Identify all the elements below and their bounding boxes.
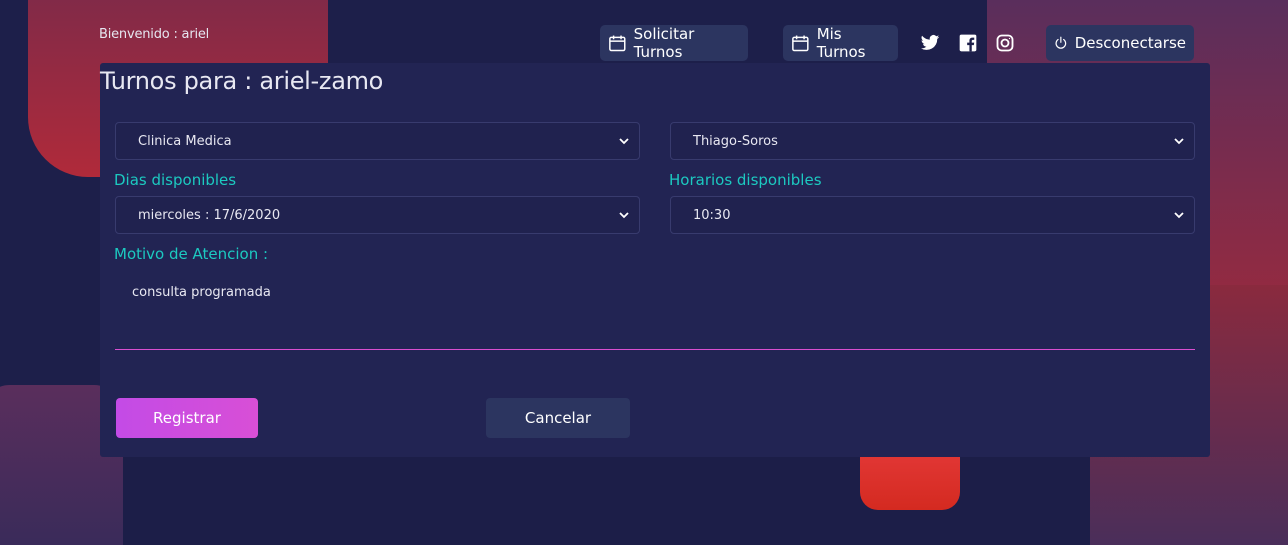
page-title: Turnos para : ariel-zamo (100, 67, 384, 95)
dias-disponibles-label: Dias disponibles (114, 171, 237, 189)
facebook-icon[interactable] (958, 33, 978, 53)
mis-turnos-label: Mis Turnos (816, 25, 866, 61)
desconectarse-label: Desconectarse (1074, 34, 1186, 52)
registrar-button[interactable]: Registrar (116, 398, 258, 438)
dia-value: miercoles : 17/6/2020 (138, 207, 281, 223)
horario-value: 10:30 (693, 207, 731, 223)
medico-value: Thiago-Soros (693, 133, 778, 149)
power-icon (1055, 36, 1067, 49)
calendar-icon (792, 35, 809, 52)
mis-turnos-button[interactable]: Mis Turnos (783, 25, 898, 61)
instagram-icon[interactable] (995, 33, 1015, 53)
chevron-down-icon (1174, 212, 1184, 219)
chevron-down-icon (1174, 138, 1184, 145)
twitter-icon[interactable] (920, 33, 940, 53)
motivo-textarea[interactable]: consulta programada (115, 275, 1195, 350)
welcome-text: Bienvenido : ariel (99, 27, 210, 42)
desconectarse-button[interactable]: Desconectarse (1046, 25, 1194, 61)
especialidad-value: Clinica Medica (138, 133, 232, 149)
turnos-form-card: Turnos para : ariel-zamo Clinica Medica … (100, 63, 1210, 457)
calendar-icon (609, 35, 626, 52)
solicitar-turnos-label: Solicitar Turnos (633, 25, 695, 61)
especialidad-select[interactable]: Clinica Medica (115, 122, 640, 160)
medico-select[interactable]: Thiago-Soros (670, 122, 1195, 160)
horario-select[interactable]: 10:30 (670, 196, 1195, 234)
dia-select[interactable]: miercoles : 17/6/2020 (115, 196, 640, 234)
solicitar-turnos-button[interactable]: Solicitar Turnos (600, 25, 748, 61)
motivo-atencion-label: Motivo de Atencion : (114, 245, 269, 263)
cancelar-button[interactable]: Cancelar (486, 398, 630, 438)
chevron-down-icon (619, 138, 629, 145)
horarios-disponibles-label: Horarios disponibles (669, 171, 822, 189)
chevron-down-icon (619, 212, 629, 219)
